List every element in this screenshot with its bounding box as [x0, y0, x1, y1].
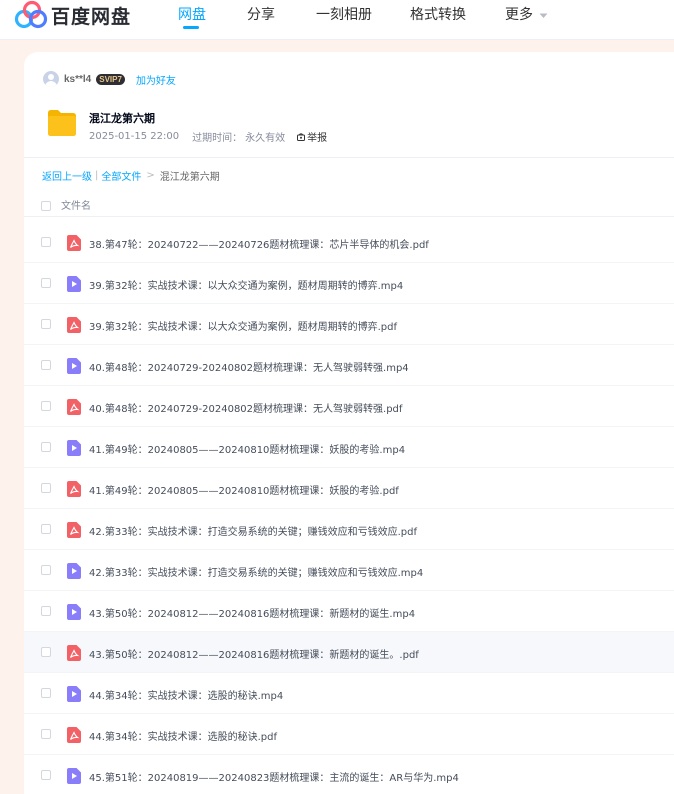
sharer-info: ks**l4 SVIP7 加为好友 [43, 71, 176, 87]
file-name[interactable]: 38.第47轮：20240722——20240726题材梳理课：芯片半导体的机会… [89, 236, 429, 251]
add-friend-link[interactable]: 加为好友 [136, 72, 176, 87]
file-checkbox[interactable] [41, 319, 51, 329]
pdf-file-icon [67, 645, 81, 661]
breadcrumb: 返回上一级 | 全部文件 > 混江龙第六期 [42, 168, 220, 183]
file-name[interactable]: 39.第32轮：实战技术课：以大众交通为案例，题材周期转的博弈.pdf [89, 318, 397, 333]
video-file-icon [67, 440, 81, 456]
file-row[interactable]: 45.第51轮：20240819——20240823题材梳理课：主流的诞生：AR… [24, 755, 674, 794]
video-file-icon [67, 563, 81, 579]
avatar[interactable] [43, 71, 59, 87]
file-row[interactable]: 39.第32轮：实战技术课：以大众交通为案例，题材周期转的博弈.pdf [24, 304, 674, 345]
file-row[interactable]: 44.第34轮：实战技术课：选股的秘诀.pdf [24, 714, 674, 755]
video-file-icon [67, 358, 81, 374]
nav-active-indicator [183, 26, 199, 29]
file-row[interactable]: 40.第48轮：20240729-20240802题材梳理课：无人驾驶弱转强.p… [24, 386, 674, 427]
file-name[interactable]: 45.第51轮：20240819——20240823题材梳理课：主流的诞生：AR… [89, 769, 459, 784]
file-row[interactable]: 43.第50轮：20240812——20240816题材梳理课：新题材的诞生。.… [24, 632, 674, 673]
pdf-file-icon [67, 522, 81, 538]
file-checkbox[interactable] [41, 360, 51, 370]
file-name[interactable]: 40.第48轮：20240729-20240802题材梳理课：无人驾驶弱转强.m… [89, 359, 409, 374]
divider [24, 157, 674, 158]
breadcrumb-divider: | [95, 170, 99, 181]
file-name[interactable]: 44.第34轮：实战技术课：选股的秘诀.mp4 [89, 687, 283, 702]
report-icon [297, 132, 306, 141]
expire-label: 过期时间： [192, 133, 243, 144]
nav-netdisk[interactable]: 网盘 [178, 4, 206, 24]
report-button[interactable]: 举报 [296, 129, 327, 144]
breadcrumb-separator: > [146, 170, 155, 181]
back-link[interactable]: 返回上一级 [42, 168, 92, 183]
video-file-icon [67, 604, 81, 620]
baidu-netdisk-logo[interactable]: 百度网盘 [14, 0, 131, 30]
expire-value: 永久有效 [245, 133, 286, 144]
file-list-header: 文件名 [24, 193, 674, 217]
file-name[interactable]: 42.第33轮：实战技术课：打造交易系统的关键；赚钱效应和亏钱效应.pdf [89, 523, 417, 538]
file-row[interactable]: 44.第34轮：实战技术课：选股的秘诀.mp4 [24, 673, 674, 714]
file-row[interactable]: 40.第48轮：20240729-20240802题材梳理课：无人驾驶弱转强.m… [24, 345, 674, 386]
file-checkbox[interactable] [41, 770, 51, 780]
share-date: 2025-01-15 22:00 [89, 131, 180, 142]
top-nav-bar: 百度网盘 网盘 分享 一刻相册 格式转换 更多 [0, 0, 674, 40]
file-name[interactable]: 42.第33轮：实战技术课：打造交易系统的关键；赚钱效应和亏钱效应.mp4 [89, 564, 423, 579]
file-checkbox[interactable] [41, 524, 51, 534]
file-checkbox[interactable] [41, 647, 51, 657]
file-row[interactable]: 42.第33轮：实战技术课：打造交易系统的关键；赚钱效应和亏钱效应.mp4 [24, 550, 674, 591]
pdf-file-icon [67, 481, 81, 497]
sharer-name: ks**l4 [64, 73, 92, 85]
file-name[interactable]: 43.第50轮：20240812——20240816题材梳理课：新题材的诞生.m… [89, 605, 415, 620]
file-name[interactable]: 39.第32轮：实战技术课：以大众交通为案例，题材周期转的博弈.mp4 [89, 277, 403, 292]
video-file-icon [67, 276, 81, 292]
file-checkbox[interactable] [41, 483, 51, 493]
nav-share[interactable]: 分享 [247, 4, 275, 24]
video-file-icon [67, 686, 81, 702]
nav-more[interactable]: 更多 [505, 4, 533, 24]
file-name[interactable]: 43.第50轮：20240812——20240816题材梳理课：新题材的诞生。.… [89, 646, 419, 661]
file-row[interactable]: 38.第47轮：20240722——20240726题材梳理课：芯片半导体的机会… [24, 222, 674, 263]
file-checkbox[interactable] [41, 729, 51, 739]
file-row[interactable]: 41.第49轮：20240805——20240810题材梳理课：妖股的考验.mp… [24, 427, 674, 468]
select-all-checkbox[interactable] [41, 201, 51, 211]
folder-icon [48, 110, 76, 136]
chevron-down-icon[interactable] [539, 13, 548, 19]
file-checkbox[interactable] [41, 278, 51, 288]
file-checkbox[interactable] [41, 606, 51, 616]
file-checkbox[interactable] [41, 565, 51, 575]
nav-album[interactable]: 一刻相册 [316, 4, 372, 24]
file-row[interactable]: 39.第32轮：实战技术课：以大众交通为案例，题材周期转的博弈.mp4 [24, 263, 674, 304]
file-name[interactable]: 44.第34轮：实战技术课：选股的秘诀.pdf [89, 728, 277, 743]
breadcrumb-current: 混江龙第六期 [159, 172, 220, 183]
pdf-file-icon [67, 317, 81, 333]
column-filename[interactable]: 文件名 [61, 197, 91, 212]
report-label: 举报 [307, 133, 328, 144]
file-row[interactable]: 41.第49轮：20240805——20240810题材梳理课：妖股的考验.pd… [24, 468, 674, 509]
file-name[interactable]: 40.第48轮：20240729-20240802题材梳理课：无人驾驶弱转强.p… [89, 400, 402, 415]
share-meta: 2025-01-15 22:00 过期时间： 永久有效 举报 [89, 129, 327, 144]
file-checkbox[interactable] [41, 442, 51, 452]
video-file-icon [67, 768, 81, 784]
nav-format-convert[interactable]: 格式转换 [410, 4, 466, 24]
file-name[interactable]: 41.第49轮：20240805——20240810题材梳理课：妖股的考验.pd… [89, 482, 399, 497]
all-files-link[interactable]: 全部文件 [101, 168, 141, 183]
pdf-file-icon [67, 727, 81, 743]
file-name[interactable]: 41.第49轮：20240805——20240810题材梳理课：妖股的考验.mp… [89, 441, 405, 456]
pdf-file-icon [67, 399, 81, 415]
cloud-logo-icon [14, 0, 48, 29]
file-checkbox[interactable] [41, 401, 51, 411]
file-row[interactable]: 43.第50轮：20240812——20240816题材梳理课：新题材的诞生.m… [24, 591, 674, 632]
svip-badge: SVIP7 [96, 73, 125, 85]
share-title: 混江龙第六期 [89, 112, 155, 125]
file-checkbox[interactable] [41, 688, 51, 698]
pdf-file-icon [67, 235, 81, 251]
file-row[interactable]: 42.第33轮：实战技术课：打造交易系统的关键；赚钱效应和亏钱效应.pdf [24, 509, 674, 550]
file-checkbox[interactable] [41, 237, 51, 247]
logo-text: 百度网盘 [51, 5, 132, 28]
